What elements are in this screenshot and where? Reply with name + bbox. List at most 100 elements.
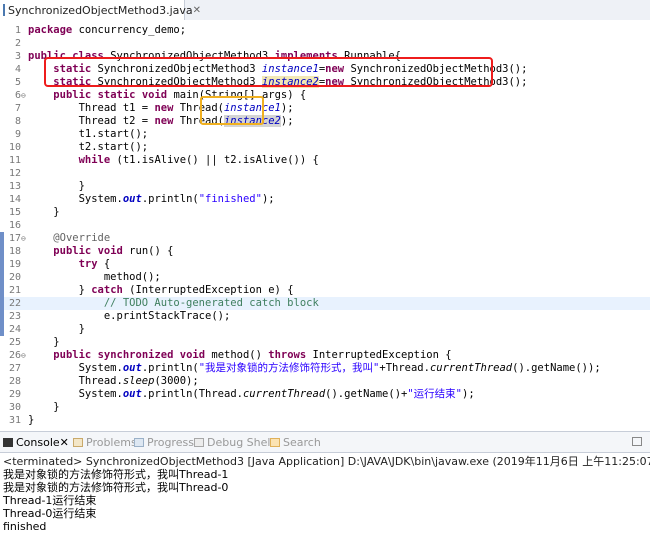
code-text: while (t1.isAlive() || t2.isAlive()) { [28, 154, 319, 167]
console-line: finished [3, 520, 47, 533]
keyword: new [154, 102, 174, 114]
editor-tab-bar: SynchronizedObjectMethod3.java ✕ [0, 0, 650, 21]
code-token: .println( [141, 193, 199, 205]
line-number: 21 [8, 285, 21, 296]
line-number: 7 [14, 103, 21, 114]
code-token: } [78, 284, 92, 296]
tab-debug-shell[interactable]: Debug Shell [194, 436, 274, 449]
line-number: 4 [14, 64, 21, 75]
line-number: 11 [8, 155, 21, 166]
code-text: } catch (InterruptedException e) { [28, 284, 294, 297]
code-line: 19 try { [0, 258, 650, 271]
console-output[interactable]: <terminated> SynchronizedObjectMethod3 [… [0, 453, 650, 546]
editor-tab-synchronizedobjectmethod3[interactable]: SynchronizedObjectMethod3.java ✕ [0, 0, 201, 20]
static-method: currentThread [429, 362, 513, 374]
code-line: 28 Thread.sleep(3000); [0, 375, 650, 388]
keyword: public [53, 89, 92, 101]
tab-label: Console [16, 436, 60, 449]
line-number: 5 [14, 77, 21, 88]
method-signature: method() [205, 349, 269, 361]
minimize-icon[interactable] [632, 437, 642, 446]
keyword: void [179, 349, 206, 361]
highlight-box-thread-args [200, 96, 264, 125]
keyword: while [78, 154, 111, 166]
console-line: 我是对象锁的方法修饰符形式，我叫Thread-1 [3, 468, 229, 481]
tab-problems[interactable]: Problems [73, 436, 137, 449]
code-text: System.out.println("我是对象锁的方法修饰符形式，我叫"+Th… [28, 362, 601, 375]
code-text: t2.start(); [28, 141, 149, 154]
console-line: Thread-0运行结束 [3, 507, 97, 520]
line-number: 28 [8, 376, 21, 387]
line-number: 16 [8, 220, 21, 231]
line-number: 3 [14, 51, 21, 62]
string-literal: "运行结束" [407, 388, 462, 400]
line-number: 2 [14, 38, 21, 49]
code-token: .println( [141, 362, 199, 374]
code-text: System.out.println(Thread.currentThread(… [28, 388, 475, 401]
code-text: public void run() { [28, 245, 173, 258]
code-text: public static void main(String[] args) { [28, 89, 306, 102]
code-token: .println(Thread. [141, 388, 243, 400]
code-line: 30 } [0, 401, 650, 414]
code-text: } [28, 180, 85, 193]
line-number: 22 [8, 298, 21, 309]
line-number: 10 [8, 142, 21, 153]
code-token: (3000); [154, 375, 199, 387]
code-line: 2 [0, 37, 650, 50]
method-signature: run() { [122, 245, 174, 257]
fold-icon[interactable]: ⊖ [21, 89, 26, 102]
code-line: 24 } [0, 323, 650, 336]
fold-icon[interactable]: ⊖ [21, 232, 26, 245]
line-number: 27 [8, 363, 21, 374]
code-line: 27 System.out.println("我是对象锁的方法修饰符形式，我叫"… [0, 362, 650, 375]
code-editor[interactable]: 1 package concurrency_demo; 2 3 public c… [0, 20, 650, 430]
code-text: public synchronized void method() throws… [28, 349, 452, 362]
code-token: } [78, 180, 85, 192]
code-token: ); [462, 388, 475, 400]
static-field: out [122, 362, 142, 374]
tab-console[interactable]: Console ✕ [3, 436, 69, 449]
line-number: 17 [8, 233, 21, 244]
code-text: } [28, 336, 59, 349]
code-token: } [28, 414, 35, 426]
highlight-box-static-fields [44, 57, 493, 87]
line-number: 6 [14, 90, 21, 101]
tab-progress[interactable]: Progress [134, 436, 194, 449]
code-text: System.out.println("finished"); [28, 193, 275, 206]
line-number: 23 [8, 311, 21, 322]
code-line: 15 } [0, 206, 650, 219]
code-token: Thread t2 = [78, 115, 155, 127]
tab-search[interactable]: Search [270, 436, 321, 449]
close-icon[interactable]: ✕ [193, 5, 201, 16]
keyword: new [154, 115, 174, 127]
code-token: e.printStackTrace(); [103, 310, 231, 322]
line-number: 30 [8, 402, 21, 413]
code-line: 11 while (t1.isAlive() || t2.isAlive()) … [0, 154, 650, 167]
line-number: 1 [14, 25, 21, 36]
code-line: 14 System.out.println("finished"); [0, 193, 650, 206]
console-tab-bar: Console ✕ Problems Progress Debug Shell … [0, 431, 650, 453]
code-line: 6 ⊖ public static void main(String[] arg… [0, 89, 650, 102]
code-token: { [97, 258, 111, 270]
code-line: 13 } [0, 180, 650, 193]
code-token: System. [78, 193, 123, 205]
code-line: 8 Thread t2 = new Thread(instance2); [0, 115, 650, 128]
line-number: 20 [8, 272, 21, 283]
code-text: t1.start(); [28, 128, 149, 141]
keyword: static [97, 89, 136, 101]
line-number: 29 [8, 389, 21, 400]
console-icon [3, 438, 13, 447]
search-icon [270, 438, 280, 447]
code-token: ().getName()+ [325, 388, 408, 400]
code-text: try { [28, 258, 111, 271]
code-token: InterruptedException { [306, 349, 452, 361]
code-token: } [53, 401, 60, 413]
tab-label: Debug Shell [207, 436, 274, 449]
fold-icon[interactable]: ⊖ [21, 349, 26, 362]
close-icon[interactable]: ✕ [60, 436, 69, 449]
debug-shell-icon [194, 438, 204, 447]
code-line: 20 method(); [0, 271, 650, 284]
code-line: 18 public void run() { [0, 245, 650, 258]
keyword: try [78, 258, 98, 270]
code-line: 17 ⊖ @Override [0, 232, 650, 245]
